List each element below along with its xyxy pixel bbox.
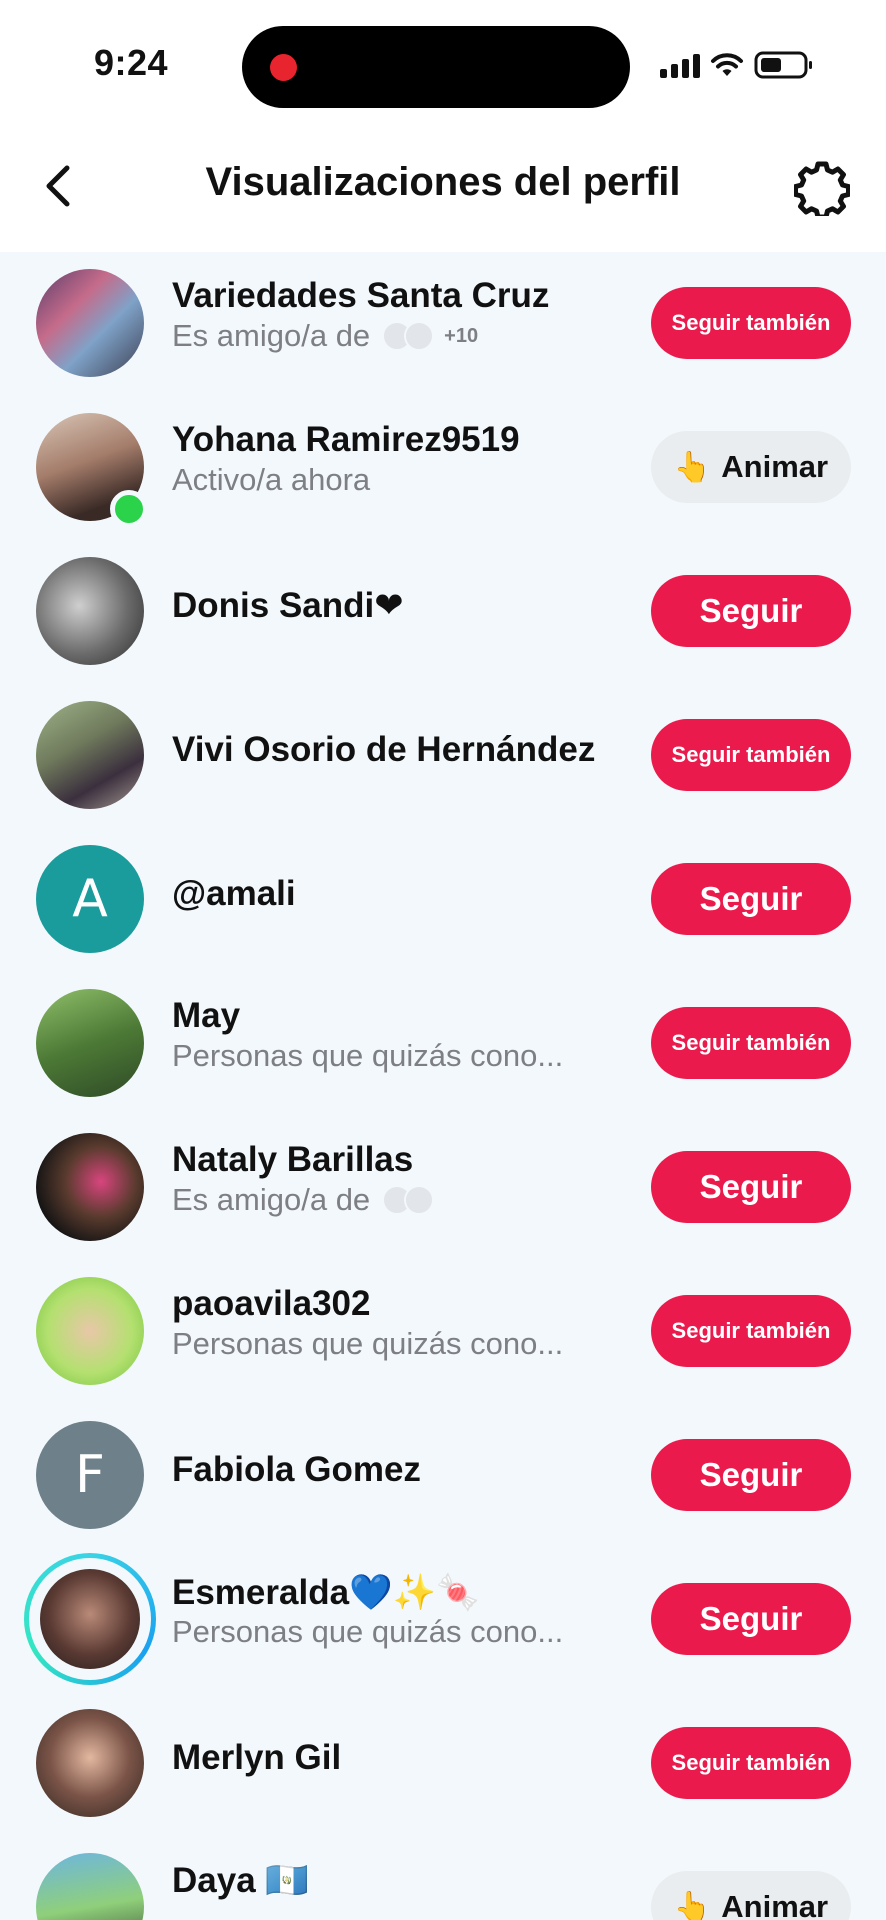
follow-back-button[interactable]: Seguir también [651,1007,851,1079]
list-item[interactable]: Vivi Osorio de Hernández Seguir también [0,684,886,828]
list-item[interactable]: Esmeralda💙✨🍬 Personas que quizás cono...… [0,1548,886,1692]
subtitle-text: Es amigo/a de [172,1182,371,1217]
user-name[interactable]: Fabiola Gomez [172,1450,421,1490]
user-name[interactable]: Daya 🇬🇹 [172,1860,309,1901]
user-subtitle: Personas que quizás cono... [172,1038,563,1074]
avatar[interactable]: F [36,1421,144,1529]
mutual-count: +10 [444,324,479,347]
list-item[interactable]: paoavila302 Personas que quizás cono... … [0,1260,886,1404]
page-title: Visualizaciones del perfil [205,160,681,204]
follow-button[interactable]: Seguir [651,1151,851,1223]
follow-button[interactable]: Seguir [651,1583,851,1655]
user-name[interactable]: Esmeralda💙✨🍬 [172,1572,480,1613]
subtitle-text: Personas que quizás cono... [172,1614,564,1649]
follow-button[interactable]: Seguir [651,1439,851,1511]
list-item[interactable]: Variedades Santa Cruz Es amigo/a de +10 … [0,252,886,396]
avatar[interactable] [36,557,144,665]
user-name[interactable]: Yohana Ramirez9519 [172,420,520,460]
dynamic-island [242,26,630,108]
follow-back-button[interactable]: Seguir también [651,287,851,359]
avatar[interactable] [36,701,144,809]
system-icons [660,50,814,80]
avatar[interactable] [36,269,144,377]
user-name[interactable]: May [172,996,240,1036]
status-time: 9:24 [94,42,169,83]
user-name[interactable]: @amali [172,874,296,914]
follow-back-button[interactable]: Seguir también [651,1727,851,1799]
avatar[interactable] [36,1853,144,1920]
user-name[interactable]: Variedades Santa Cruz [172,276,549,316]
avatar[interactable] [36,1133,144,1241]
pointing-hand-icon: 👆 [673,449,712,485]
list-item[interactable]: May Personas que quizás cono... Seguir t… [0,972,886,1116]
user-subtitle: Personas que quizás cono... [172,1326,563,1362]
navigation-header: Visualizaciones del perfil [0,120,886,252]
follow-back-button[interactable]: Seguir también [651,719,851,791]
list-item[interactable]: Merlyn Gil Seguir también [0,1692,886,1836]
wifi-icon [710,52,744,78]
status-bar: 9:24 [0,0,886,120]
gear-icon [794,161,850,216]
user-name[interactable]: Vivi Osorio de Hernández [172,730,595,770]
user-name[interactable]: paoavila302 [172,1284,370,1324]
battery-icon [754,50,814,80]
list-item[interactable]: A @amali Seguir [0,828,886,972]
wave-button[interactable]: 👆 Animar [651,1871,851,1920]
recording-indicator-icon [270,54,297,81]
avatar[interactable]: A [36,845,144,953]
list-item[interactable]: Yohana Ramirez9519 Activo/a ahora 👆 Anim… [0,396,886,540]
user-subtitle: Personas que quizás cono... [172,1614,563,1650]
avatar[interactable] [36,1709,144,1817]
subtitle-text: Personas que quizás cono... [172,1326,564,1361]
avatar[interactable] [36,1277,144,1385]
user-subtitle: Es amigo/a de +10 [172,318,478,354]
user-name[interactable]: Merlyn Gil [172,1738,341,1778]
pointing-hand-icon: 👆 [673,1889,712,1920]
user-name[interactable]: Donis Sandi❤ [172,586,404,626]
list-item[interactable]: Donis Sandi❤ Seguir [0,540,886,684]
user-subtitle: Es amigo/a de [172,1182,435,1218]
cellular-signal-icon [660,52,700,78]
wave-button-label: Animar [721,449,829,484]
subtitle-text: Activo/a ahora [172,462,371,497]
settings-button[interactable] [792,158,852,218]
subtitle-text: Personas que quizás cono... [172,1038,564,1073]
list-item[interactable]: F Fabiola Gomez Seguir [0,1404,886,1548]
online-status-icon [110,490,148,528]
mutual-friends-avatars [382,1185,435,1215]
follow-back-button[interactable]: Seguir también [651,1295,851,1367]
profile-viewers-list[interactable]: Variedades Santa Cruz Es amigo/a de +10 … [0,252,886,1920]
avatar[interactable] [40,1569,140,1669]
mutual-friends-avatars [382,321,435,351]
follow-button[interactable]: Seguir [651,575,851,647]
user-name[interactable]: Nataly Barillas [172,1140,413,1180]
wave-button[interactable]: 👆 Animar [651,431,851,503]
avatar[interactable] [36,989,144,1097]
user-subtitle: Activo/a ahora [172,462,370,498]
subtitle-text: Es amigo/a de [172,318,371,353]
list-item[interactable]: Daya 🇬🇹 👆 Animar [0,1836,886,1920]
wave-button-label: Animar [721,1889,829,1920]
follow-button[interactable]: Seguir [651,863,851,935]
list-item[interactable]: Nataly Barillas Es amigo/a de Seguir [0,1116,886,1260]
